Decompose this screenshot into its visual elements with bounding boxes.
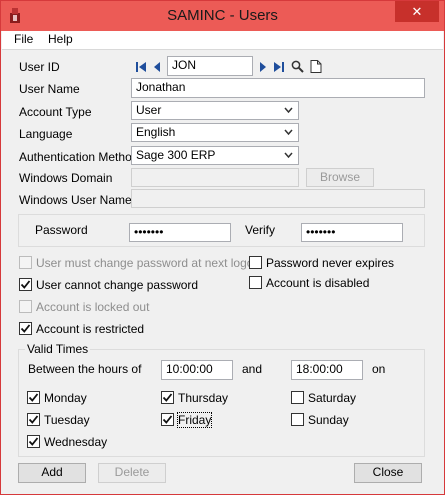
must-change-label: User must change password at next logon [36, 256, 261, 270]
windows-user-field[interactable] [131, 189, 425, 208]
tuesday-checkbox[interactable] [27, 413, 40, 426]
windows-user-label: Windows User Name [19, 193, 132, 207]
sunday-checkbox[interactable] [291, 413, 304, 426]
windows-domain-label: Windows Domain [19, 171, 113, 185]
password-label: Password [35, 223, 88, 237]
add-button[interactable]: Add [18, 463, 86, 483]
checkmark-icon [28, 415, 39, 424]
saturday-label: Saturday [308, 391, 357, 405]
end-time-field[interactable]: 18:00:00 [291, 360, 363, 380]
delete-button[interactable]: Delete [98, 463, 166, 483]
title-bar: SAMINC - Users ✕ [1, 1, 444, 31]
auth-method-select[interactable]: Sage 300 ERP [131, 146, 299, 165]
auth-method-value: Sage 300 ERP [136, 148, 216, 162]
wednesday-checkbox[interactable] [27, 435, 40, 448]
window-close-button[interactable]: ✕ [395, 1, 439, 22]
cannot-change-checkbox[interactable] [19, 278, 32, 291]
user-name-label: User Name [19, 82, 80, 96]
users-window: SAMINC - Users ✕ File Help User ID JON U… [0, 0, 445, 495]
menu-help[interactable]: Help [48, 32, 73, 46]
user-id-field[interactable]: JON [167, 56, 253, 76]
previous-record-icon[interactable] [151, 61, 163, 73]
restricted-checkbox[interactable] [19, 322, 32, 335]
thursday-label: Thursday [178, 391, 229, 405]
and-label: and [242, 362, 263, 376]
account-type-value: User [136, 103, 162, 117]
checkmark-icon [28, 437, 39, 446]
chevron-down-icon [284, 107, 293, 114]
restricted-label: Account is restricted [36, 322, 145, 336]
cannot-change-label: User cannot change password [36, 278, 199, 292]
account-disabled-label: Account is disabled [266, 276, 370, 290]
new-document-icon[interactable] [310, 60, 322, 73]
checkmark-icon [20, 280, 31, 289]
verify-label: Verify [245, 223, 276, 237]
chevron-down-icon [284, 129, 293, 136]
browse-button[interactable]: Browse [306, 168, 374, 187]
must-change-checkbox[interactable] [19, 256, 32, 269]
next-record-icon[interactable] [257, 61, 269, 73]
saturday-checkbox[interactable] [291, 391, 304, 404]
wednesday-label: Wednesday [44, 435, 108, 449]
user-id-label: User ID [19, 60, 60, 74]
tuesday-label: Tuesday [44, 413, 90, 427]
between-hours-label: Between the hours of [28, 362, 142, 376]
account-type-select[interactable]: User [131, 101, 299, 120]
window-title: SAMINC - Users [167, 7, 278, 24]
close-button[interactable]: Close [354, 463, 422, 483]
language-value: English [136, 125, 176, 139]
chevron-down-icon [284, 152, 293, 159]
locked-out-checkbox[interactable] [19, 300, 32, 313]
search-icon[interactable] [291, 60, 304, 73]
menu-file[interactable]: File [14, 32, 33, 46]
never-expires-label: Password never expires [266, 256, 395, 270]
friday-checkbox[interactable] [161, 413, 174, 426]
first-record-icon[interactable] [135, 61, 147, 73]
monday-checkbox[interactable] [27, 391, 40, 404]
last-record-icon[interactable] [273, 61, 285, 73]
account-type-label: Account Type [19, 105, 92, 119]
locked-out-label: Account is locked out [36, 300, 150, 314]
start-time-field[interactable]: 10:00:00 [161, 360, 233, 380]
auth-method-label: Authentication Method [19, 150, 139, 164]
user-name-field[interactable]: Jonathan [131, 78, 425, 98]
friday-label: Friday [176, 412, 213, 428]
sunday-label: Sunday [308, 413, 349, 427]
password-field[interactable]: ••••••• [129, 223, 231, 242]
windows-domain-field[interactable] [131, 168, 299, 187]
monday-label: Monday [44, 391, 87, 405]
language-select[interactable]: English [131, 123, 299, 142]
checkmark-icon [20, 324, 31, 333]
account-disabled-checkbox[interactable] [249, 276, 262, 289]
menu-bar: File Help [2, 31, 443, 50]
checkmark-icon [28, 393, 39, 402]
thursday-checkbox[interactable] [161, 391, 174, 404]
on-label: on [372, 362, 386, 376]
checkmark-icon [162, 393, 173, 402]
checkmark-icon [162, 415, 173, 424]
language-label: Language [19, 127, 73, 141]
valid-times-title: Valid Times [25, 342, 91, 356]
verify-field[interactable]: ••••••• [301, 223, 403, 242]
never-expires-checkbox[interactable] [249, 256, 262, 269]
